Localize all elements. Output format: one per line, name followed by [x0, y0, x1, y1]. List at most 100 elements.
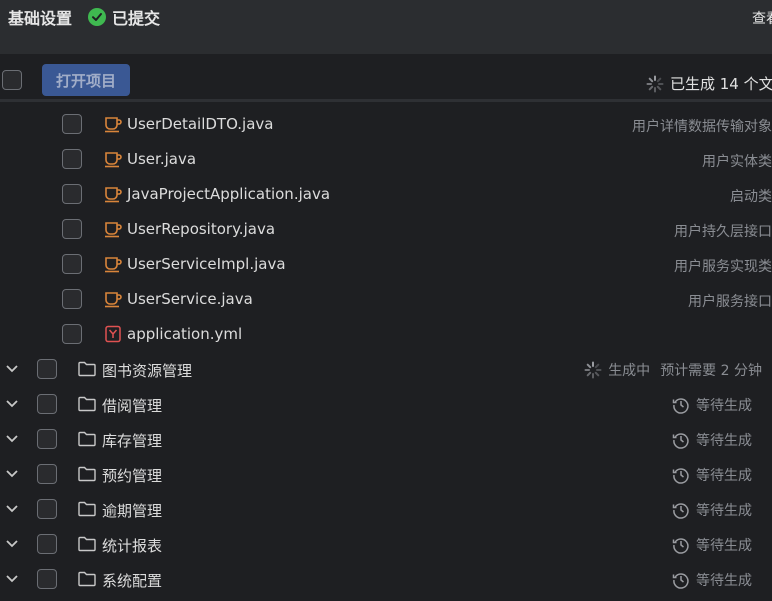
file-checkbox[interactable]	[62, 149, 82, 169]
file-checkbox[interactable]	[62, 324, 82, 344]
file-name: UserServiceImpl.java	[127, 255, 286, 273]
folder-name: 逾期管理	[102, 502, 163, 520]
file-checkbox[interactable]	[62, 254, 82, 274]
folder-row[interactable]: 库存管理 等待生成	[0, 422, 772, 457]
file-row[interactable]: User.java 用户实体类	[0, 142, 772, 177]
folder-status-text: 等待生成	[696, 573, 752, 589]
chevron-down-icon[interactable]	[5, 399, 19, 409]
folder-row[interactable]: 系统配置 等待生成	[0, 562, 772, 597]
page-title: 基础设置	[8, 9, 73, 28]
generated-count-text: 已生成 14 个文件	[670, 75, 772, 93]
folder-checkbox[interactable]	[37, 359, 57, 379]
folder-checkbox[interactable]	[37, 499, 57, 519]
file-description: 用户实体类	[702, 154, 772, 170]
folder-status-text: 等待生成	[696, 538, 752, 554]
select-all-checkbox[interactable]	[2, 70, 22, 90]
history-clock-icon	[672, 433, 689, 449]
java-cup-icon	[105, 187, 122, 203]
folder-row[interactable]: 图书资源管理 生成中 预计需要 2 分钟	[0, 352, 772, 387]
folder-icon	[78, 571, 96, 587]
file-row[interactable]: application.yml	[0, 317, 772, 352]
folder-estimate: 预计需要 2 分钟	[660, 363, 762, 379]
history-clock-icon	[672, 503, 689, 519]
check-circle-icon	[88, 8, 106, 26]
chevron-down-icon[interactable]	[5, 504, 19, 514]
folder-checkbox[interactable]	[37, 464, 57, 484]
folder-name: 库存管理	[102, 432, 163, 450]
header-bar: 基础设置 已提交 查看	[0, 0, 772, 54]
folder-status: 生成中 预计需要 2 分钟	[584, 360, 762, 380]
folder-status-text: 等待生成	[696, 398, 752, 414]
file-name: User.java	[127, 150, 197, 168]
open-project-button[interactable]: 打开项目	[42, 64, 130, 96]
folder-status-text: 等待生成	[696, 503, 752, 519]
file-description: 用户详情数据传输对象	[632, 119, 772, 135]
folder-status: 等待生成	[672, 500, 752, 520]
file-name: UserDetailDTO.java	[127, 115, 274, 133]
file-name: JavaProjectApplication.java	[127, 185, 331, 203]
file-name: application.yml	[127, 325, 243, 343]
file-row[interactable]: UserServiceImpl.java 用户服务实现类	[0, 247, 772, 282]
folder-icon	[78, 431, 96, 447]
file-checkbox[interactable]	[62, 219, 82, 239]
chevron-down-icon[interactable]	[5, 574, 19, 584]
file-description: 用户服务接口	[688, 294, 772, 310]
folder-status-text: 等待生成	[696, 468, 752, 484]
history-clock-icon	[672, 468, 689, 484]
folder-icon	[78, 466, 96, 482]
file-name: UserService.java	[127, 290, 253, 308]
folder-status: 等待生成	[672, 395, 752, 415]
java-cup-icon	[105, 292, 122, 308]
history-clock-icon	[672, 398, 689, 414]
file-row[interactable]: UserService.java 用户服务接口	[0, 282, 772, 317]
folder-row[interactable]: 逾期管理 等待生成	[0, 492, 772, 527]
folder-status-text: 生成中	[608, 363, 651, 379]
yaml-file-icon	[105, 325, 121, 343]
chevron-down-icon[interactable]	[5, 434, 19, 444]
folder-row[interactable]: 预约管理 等待生成	[0, 457, 772, 492]
folder-checkbox[interactable]	[37, 394, 57, 414]
view-link[interactable]: 查看	[752, 8, 772, 28]
java-cup-icon	[105, 117, 122, 133]
folder-status-text: 等待生成	[696, 433, 752, 449]
folder-checkbox[interactable]	[37, 534, 57, 554]
spinner-icon	[646, 75, 664, 92]
folder-icon	[78, 501, 96, 517]
folder-status: 等待生成	[672, 465, 752, 485]
folder-status: 等待生成	[672, 430, 752, 450]
folder-row[interactable]: 统计报表 等待生成	[0, 527, 772, 562]
file-checkbox[interactable]	[62, 184, 82, 204]
file-description: 启动类	[730, 189, 772, 205]
file-checkbox[interactable]	[62, 289, 82, 309]
file-description: 用户持久层接口	[674, 224, 772, 240]
generated-count: 已生成 14 个文件	[646, 73, 772, 94]
folder-name: 借阅管理	[102, 397, 163, 415]
file-checkbox[interactable]	[62, 114, 82, 134]
folder-icon	[78, 536, 96, 552]
java-cup-icon	[105, 257, 122, 273]
file-row[interactable]: UserRepository.java 用户持久层接口	[0, 212, 772, 247]
folder-status: 等待生成	[672, 570, 752, 590]
status-text: 已提交	[112, 9, 161, 28]
chevron-down-icon[interactable]	[5, 469, 19, 479]
folder-icon	[78, 396, 96, 412]
chevron-down-icon[interactable]	[5, 539, 19, 549]
file-row[interactable]: JavaProjectApplication.java 启动类	[0, 177, 772, 212]
folder-status: 等待生成	[672, 535, 752, 555]
folder-name: 预约管理	[102, 467, 163, 485]
java-cup-icon	[105, 152, 122, 168]
folder-name: 系统配置	[102, 572, 163, 590]
chevron-down-icon[interactable]	[5, 364, 19, 374]
folder-icon	[78, 361, 96, 377]
java-cup-icon	[105, 222, 122, 238]
folder-checkbox[interactable]	[37, 429, 57, 449]
file-row[interactable]: UserDetailDTO.java 用户详情数据传输对象	[0, 107, 772, 142]
folder-name: 图书资源管理	[102, 362, 193, 380]
file-description: 用户服务实现类	[674, 259, 772, 275]
folder-checkbox[interactable]	[37, 569, 57, 589]
toolbar: 打开项目 已生成 14 个文件	[0, 54, 772, 102]
file-name: UserRepository.java	[127, 220, 276, 238]
history-clock-icon	[672, 573, 689, 589]
status-badge: 已提交	[88, 5, 160, 29]
folder-row[interactable]: 借阅管理 等待生成	[0, 387, 772, 422]
